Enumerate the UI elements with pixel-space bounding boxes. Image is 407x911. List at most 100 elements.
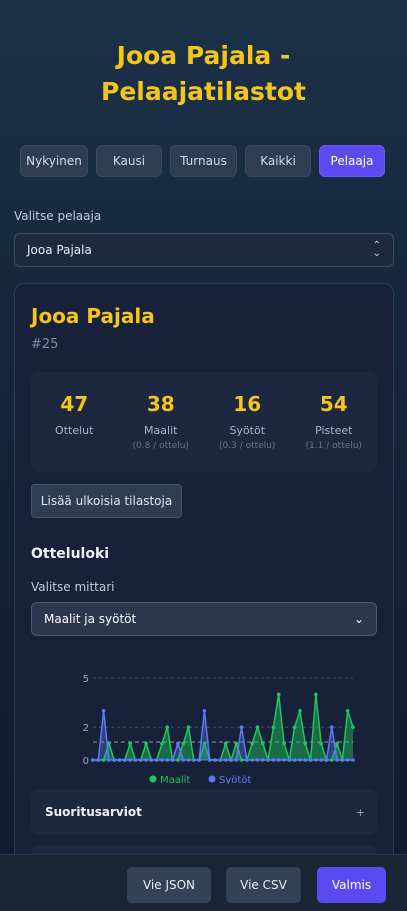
data-point: [128, 758, 132, 762]
data-point: [197, 758, 201, 762]
data-point: [181, 741, 186, 746]
data-point: [91, 758, 95, 762]
legend-label: Maalit: [160, 775, 190, 784]
data-point: [234, 758, 239, 762]
data-point: [282, 741, 286, 746]
data-point: [351, 758, 355, 762]
data-point: [218, 758, 223, 762]
stat-goals: 38 Maalit (0.8 / ottelu): [118, 392, 205, 472]
stat-label: Maalit: [144, 424, 178, 437]
export-csv-button[interactable]: Vie CSV: [226, 867, 301, 903]
metric-select-label: Valitse mittari: [31, 580, 115, 594]
data-point: [324, 758, 329, 762]
data-point: [314, 692, 318, 697]
data-point: [133, 758, 138, 762]
tab-turnaus[interactable]: Turnaus: [170, 145, 237, 177]
match-log-chart: 5 2 0 Maalit Syötöt: [83, 674, 355, 784]
legend-marker: [149, 775, 157, 783]
stat-value: 16: [233, 392, 262, 416]
data-point: [303, 741, 308, 746]
data-point: [345, 758, 350, 762]
data-point: [329, 725, 334, 729]
tab-nykyinen[interactable]: Nykyinen: [20, 145, 88, 177]
view-tabs: Nykyinen Kausi Turnaus Kaikki Pelaaja: [20, 145, 385, 177]
data-point: [255, 758, 260, 762]
page-title: Jooa Pajala - Pelaajatilastot: [0, 38, 407, 110]
data-point: [351, 725, 355, 729]
tab-pelaaja[interactable]: Pelaaja: [319, 145, 385, 177]
data-point: [292, 758, 297, 762]
player-select-value: Jooa Pajala: [27, 243, 92, 257]
data-point: [250, 741, 254, 746]
data-point: [335, 741, 339, 746]
legend-label: Syötöt: [219, 775, 251, 784]
data-point: [149, 758, 154, 762]
tab-kausi[interactable]: Kausi: [96, 145, 162, 177]
add-external-stats-button[interactable]: Lisää ulkoisia tilastoja: [31, 484, 182, 518]
data-point: [276, 758, 281, 762]
data-point: [181, 758, 186, 762]
data-point: [319, 758, 323, 762]
data-point: [202, 709, 207, 713]
stat-per-game: (0.8 / ottelu): [132, 441, 189, 451]
player-select[interactable]: Jooa Pajala ⌃ ⌄: [14, 233, 394, 267]
y-tick-label: 5: [83, 674, 89, 685]
data-point: [345, 709, 350, 713]
stat-value: 47: [60, 392, 89, 416]
stat-games: 47 Ottelut: [31, 392, 118, 472]
player-select-label: Valitse pelaaja: [14, 209, 102, 223]
data-point: [117, 758, 122, 762]
performance-accordion[interactable]: Suoritusarviot +: [31, 789, 377, 835]
stat-label: Syötöt: [229, 424, 266, 437]
data-point: [298, 709, 302, 713]
data-point: [223, 741, 228, 746]
tab-kaikki[interactable]: Kaikki: [245, 145, 311, 177]
stats-summary: 47 Ottelut 38 Maalit (0.8 / ottelu) 16 S…: [31, 372, 377, 472]
data-point: [154, 758, 159, 762]
page-title-line2: Pelaajatilastot: [101, 77, 306, 106]
y-tick-label: 2: [83, 723, 89, 734]
data-point: [255, 725, 260, 729]
data-point: [314, 758, 318, 762]
stat-label: Ottelut: [55, 424, 94, 437]
data-point: [276, 692, 281, 697]
data-point: [96, 758, 101, 762]
stat-value: 38: [146, 392, 175, 416]
metric-select[interactable]: Maalit ja syötöt ⌄: [31, 602, 377, 636]
legend-marker: [208, 775, 216, 783]
data-point: [101, 709, 106, 713]
data-point: [287, 758, 292, 762]
data-point: [213, 758, 217, 762]
data-point: [123, 758, 127, 762]
accordion-title: Suoritusarviot: [45, 805, 142, 819]
footer-bar: Vie JSON Vie CSV Valmis: [0, 854, 407, 911]
plus-icon: +: [355, 805, 365, 819]
data-point: [144, 758, 148, 762]
done-button[interactable]: Valmis: [317, 867, 386, 903]
data-point: [192, 758, 196, 762]
data-point: [245, 758, 249, 762]
data-point: [160, 758, 164, 762]
data-point: [298, 758, 302, 762]
data-point: [186, 725, 191, 729]
data-point: [144, 741, 148, 746]
data-point: [292, 725, 297, 729]
data-point: [160, 741, 164, 746]
data-point: [138, 758, 143, 762]
player-number: #25: [31, 337, 59, 352]
page-title-line1: Jooa Pajala -: [116, 41, 291, 70]
data-point: [260, 741, 265, 746]
data-point: [223, 758, 228, 762]
data-point: [165, 725, 170, 729]
data-point: [107, 758, 111, 762]
export-json-button[interactable]: Vie JSON: [127, 867, 211, 903]
data-point: [229, 758, 233, 762]
stat-assists: 16 Syötöt (0.3 / ottelu): [204, 392, 291, 472]
data-point: [239, 725, 244, 729]
data-point: [260, 758, 265, 762]
data-point: [128, 741, 132, 746]
data-point: [303, 758, 308, 762]
player-card: Jooa Pajala #25 47 Ottelut 38 Maalit (0.…: [14, 283, 394, 911]
data-point: [186, 758, 191, 762]
chevron-down-icon: ⌄: [353, 612, 364, 626]
